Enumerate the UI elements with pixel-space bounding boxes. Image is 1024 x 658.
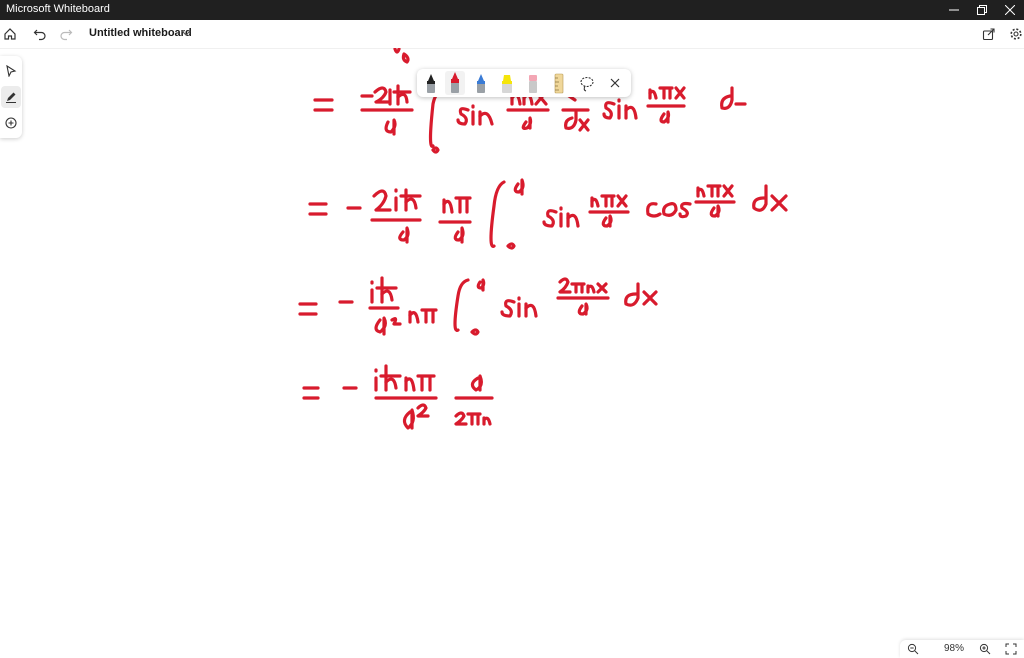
gear-icon <box>1010 28 1022 40</box>
zoom-in-button[interactable] <box>978 642 992 656</box>
ink-stroke-group <box>393 48 410 64</box>
blue-pen-icon <box>477 74 485 93</box>
highlighter-icon <box>502 75 512 93</box>
app-title: Microsoft Whiteboard <box>6 3 110 15</box>
undo-icon <box>33 29 46 41</box>
settings-button[interactable] <box>1006 24 1024 44</box>
ink-tray <box>417 69 631 97</box>
eraser-icon <box>529 75 537 93</box>
close-tray-button[interactable] <box>605 71 625 95</box>
blue-pen-tool[interactable] <box>471 71 491 95</box>
fit-screen-icon <box>1005 643 1017 655</box>
fit-to-screen-button[interactable] <box>1004 642 1018 656</box>
board-title[interactable]: Untitled whiteboard <box>89 27 192 39</box>
ink-line-3 <box>298 276 658 336</box>
red-pen-tool[interactable] <box>445 71 465 95</box>
chevron-down-icon[interactable] <box>181 28 191 38</box>
home-button[interactable] <box>0 24 20 44</box>
lasso-icon <box>580 76 594 92</box>
close-icon <box>1005 5 1015 15</box>
ink-line-4 <box>302 364 494 430</box>
ink-line-2 <box>308 178 788 250</box>
ruler-icon <box>554 73 564 94</box>
redo-icon <box>60 29 73 41</box>
red-pen-icon <box>451 72 459 93</box>
home-icon <box>4 28 16 40</box>
lasso-tool[interactable] <box>577 71 597 95</box>
undo-button[interactable] <box>30 24 50 44</box>
ruler-tool[interactable] <box>549 71 569 95</box>
window-titlebar: Microsoft Whiteboard <box>0 0 1024 20</box>
zoom-out-icon <box>907 643 919 655</box>
redo-button[interactable] <box>56 24 76 44</box>
share-button[interactable] <box>979 24 999 44</box>
highlighter-tool[interactable] <box>497 71 517 95</box>
restore-icon <box>977 5 987 15</box>
zoom-in-icon <box>979 643 991 655</box>
eraser-tool[interactable] <box>523 71 543 95</box>
share-icon <box>982 28 995 41</box>
zoom-level[interactable]: 98% <box>939 643 969 654</box>
zoom-controls: 98% <box>900 640 1024 658</box>
black-pen-icon <box>427 74 435 93</box>
zoom-out-button[interactable] <box>906 642 920 656</box>
close-icon <box>610 78 620 88</box>
minimize-icon <box>949 9 959 11</box>
black-pen-tool[interactable] <box>421 71 441 95</box>
close-window-button[interactable] <box>994 0 1024 20</box>
top-toolbar: Untitled whiteboard <box>0 20 1024 49</box>
whiteboard-canvas[interactable] <box>0 48 1024 640</box>
